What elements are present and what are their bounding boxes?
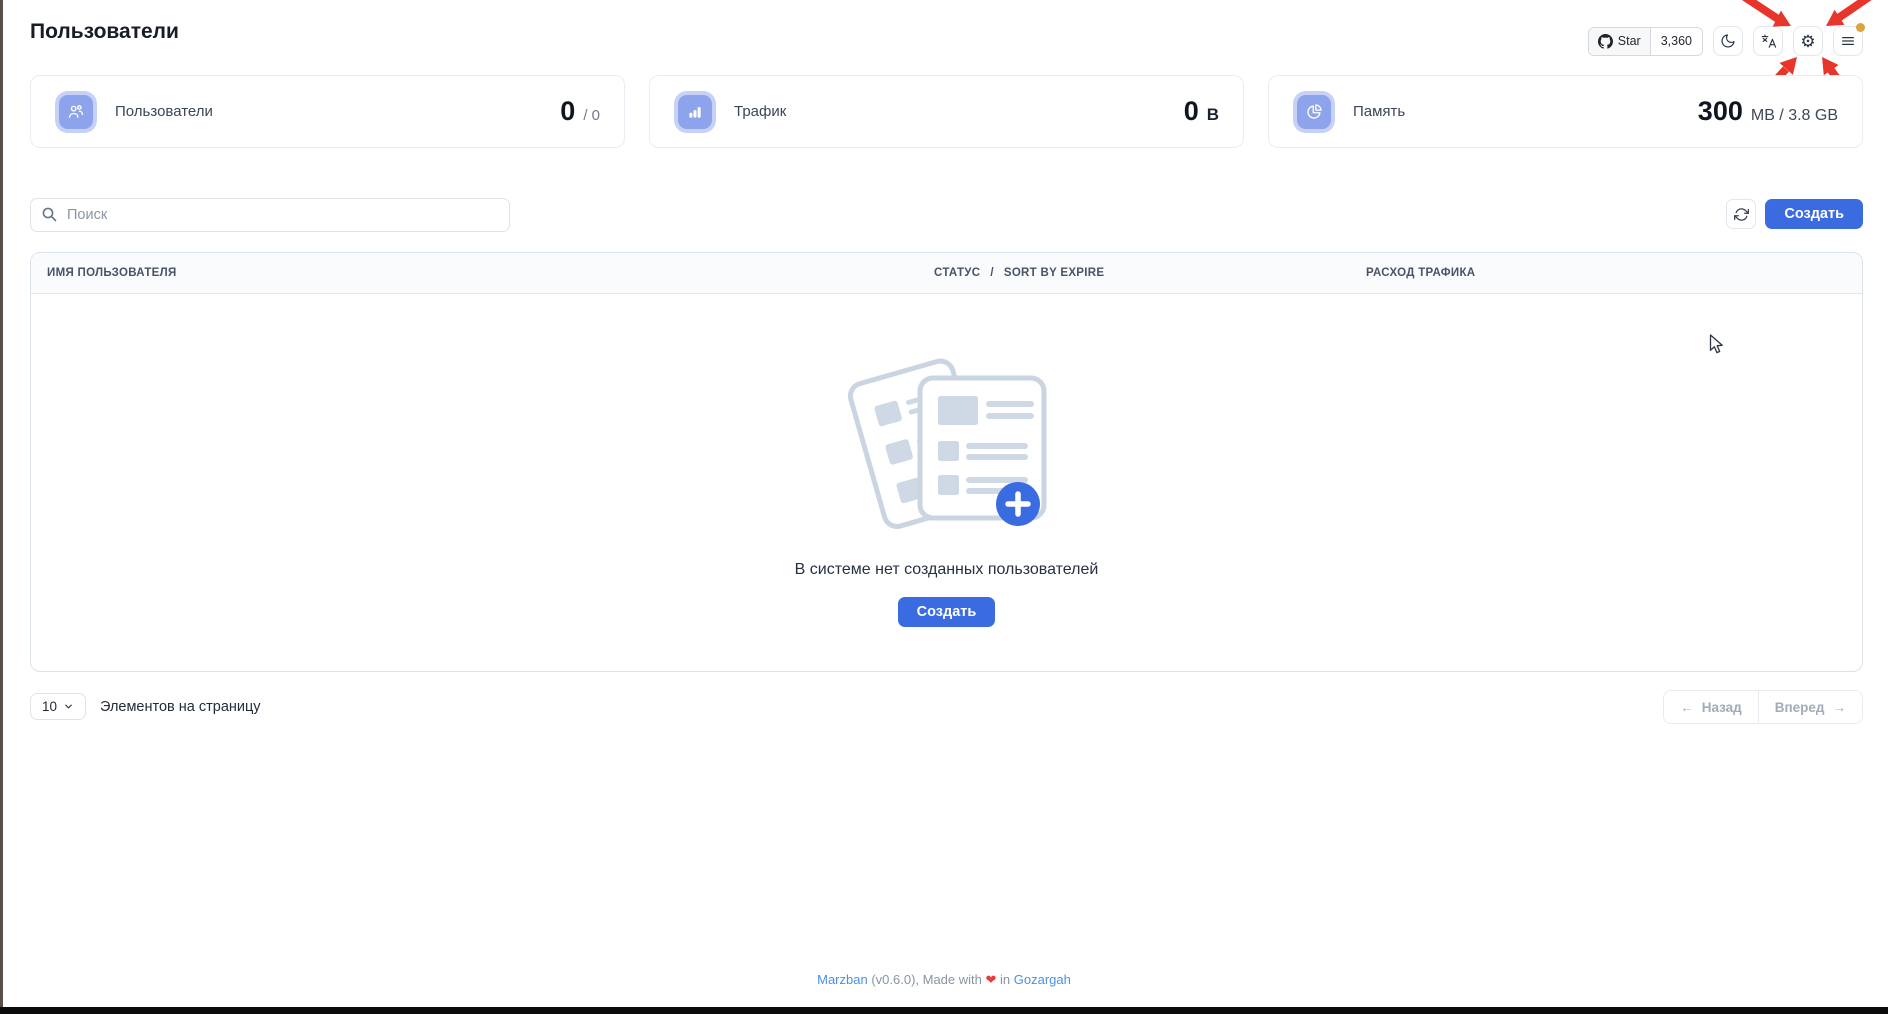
pie-chart-icon bbox=[1297, 95, 1331, 129]
translate-icon bbox=[1760, 33, 1777, 50]
language-button[interactable] bbox=[1753, 26, 1783, 56]
traffic-stat-card: Трафик 0 B bbox=[649, 75, 1244, 148]
refresh-icon bbox=[1734, 207, 1749, 222]
column-header-traffic[interactable]: РАСХОД ТРАФИКА bbox=[1366, 253, 1475, 293]
mouse-cursor bbox=[1709, 334, 1725, 355]
memory-value: 300 MB / 3.8 GB bbox=[1698, 96, 1838, 127]
pagination-nav: ← Назад Вперед → bbox=[1663, 690, 1863, 724]
sort-by-expire[interactable]: SORT BY EXPIRE bbox=[1004, 267, 1104, 279]
users-table: ИМЯ ПОЛЬЗОВАТЕЛЯ СТАТУС / SORT BY EXPIRE… bbox=[30, 252, 1863, 672]
card-label: Память bbox=[1353, 103, 1405, 120]
page-size-value: 10 bbox=[42, 699, 57, 714]
window-bottom-edge bbox=[0, 1007, 1888, 1014]
arrow-left-icon: ← bbox=[1680, 700, 1694, 715]
refresh-button[interactable] bbox=[1726, 199, 1756, 229]
settings-button[interactable]: ⚙ bbox=[1793, 26, 1823, 56]
search-icon bbox=[41, 206, 58, 228]
chevron-down-icon bbox=[63, 701, 74, 712]
menu-button[interactable] bbox=[1833, 26, 1863, 56]
github-star-button[interactable]: Star bbox=[1589, 28, 1651, 55]
theme-toggle-button[interactable] bbox=[1713, 26, 1743, 56]
github-star-label: Star bbox=[1618, 34, 1641, 48]
table-header-row: ИМЯ ПОЛЬЗОВАТЕЛЯ СТАТУС / SORT BY EXPIRE… bbox=[31, 253, 1862, 294]
card-label: Пользователи bbox=[115, 103, 213, 120]
empty-state-message: В системе нет созданных пользователей bbox=[795, 561, 1099, 579]
stat-cards: Пользователи 0 / 0 Трафик 0 bbox=[30, 75, 1863, 148]
empty-documents-illustration bbox=[844, 350, 1049, 535]
next-page-button[interactable]: Вперед → bbox=[1758, 691, 1862, 723]
column-header-username[interactable]: ИМЯ ПОЛЬЗОВАТЕЛЯ bbox=[47, 253, 177, 293]
users-stat-card: Пользователи 0 / 0 bbox=[30, 75, 625, 148]
gozargah-link[interactable]: Gozargah bbox=[1014, 972, 1071, 987]
marzban-users-page: Пользователи Star 3,360 bbox=[0, 0, 1888, 1014]
column-header-status-expire: СТАТУС / SORT BY EXPIRE bbox=[934, 253, 1104, 293]
moon-icon bbox=[1720, 33, 1736, 49]
github-star-widget[interactable]: Star 3,360 bbox=[1588, 27, 1703, 56]
prev-page-button[interactable]: ← Назад bbox=[1664, 691, 1758, 723]
gear-icon: ⚙ bbox=[1800, 33, 1815, 50]
search-input[interactable] bbox=[30, 198, 510, 232]
heart-icon: ❤ bbox=[986, 972, 997, 987]
header-separator: / bbox=[990, 267, 994, 279]
card-label: Трафик bbox=[734, 103, 786, 120]
sort-by-status[interactable]: СТАТУС bbox=[934, 267, 980, 279]
marzban-link[interactable]: Marzban bbox=[817, 972, 868, 987]
search-box bbox=[30, 198, 510, 232]
github-star-count[interactable]: 3,360 bbox=[1651, 28, 1702, 55]
github-icon bbox=[1598, 34, 1613, 49]
table-empty-state: В системе нет созданных пользователей Со… bbox=[31, 294, 1862, 627]
footer-in: in bbox=[1000, 972, 1010, 987]
page-size-label: Элементов на страницу bbox=[100, 699, 261, 715]
arrow-right-icon: → bbox=[1833, 700, 1847, 715]
memory-stat-card: Память 300 MB / 3.8 GB bbox=[1268, 75, 1863, 148]
traffic-value: 0 B bbox=[1184, 96, 1219, 127]
header-toolbar: Star 3,360 ⚙ bbox=[1588, 26, 1863, 56]
empty-create-button[interactable]: Создать bbox=[898, 597, 996, 627]
page-size-select[interactable]: 10 bbox=[30, 693, 86, 720]
window-left-edge bbox=[0, 0, 3, 1014]
footer: Marzban (v0.6.0), Made with ❤ in Gozarga… bbox=[0, 972, 1888, 988]
hamburger-icon bbox=[1840, 33, 1856, 49]
users-count: 0 / 0 bbox=[560, 96, 600, 127]
table-actions: Создать bbox=[1726, 199, 1863, 229]
notification-dot bbox=[1856, 23, 1865, 32]
page-title: Пользователи bbox=[30, 20, 179, 44]
bar-chart-icon bbox=[678, 95, 712, 129]
users-icon bbox=[59, 95, 93, 129]
create-user-button[interactable]: Создать bbox=[1765, 199, 1863, 229]
footer-text: (v0.6.0), Made with bbox=[871, 972, 982, 987]
